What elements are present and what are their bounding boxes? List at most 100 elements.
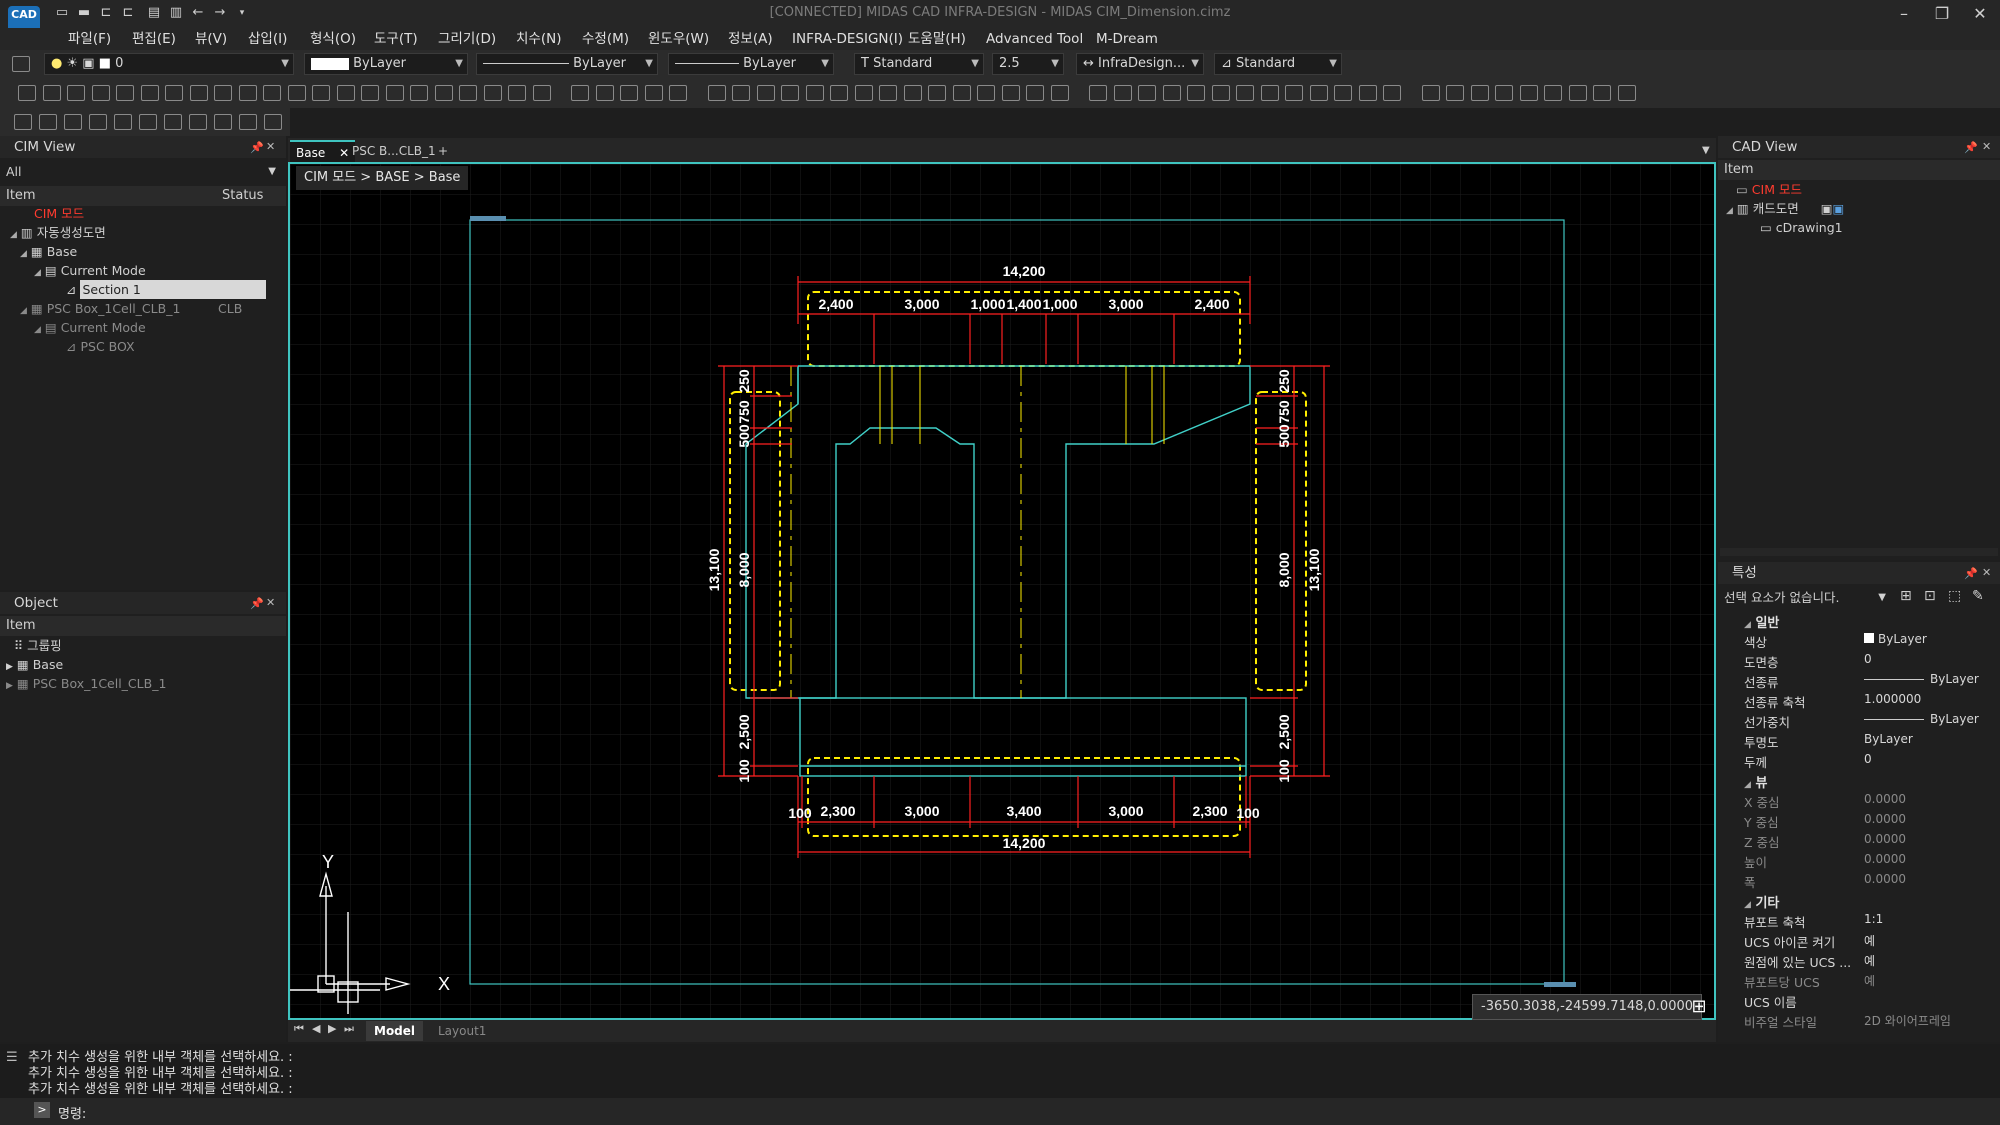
- menu-file[interactable]: 파일(F): [68, 28, 111, 50]
- tool-icon[interactable]: [805, 85, 824, 101]
- tool-icon[interactable]: [830, 85, 848, 101]
- toggle-pickadd-icon[interactable]: ⊞: [1900, 588, 1912, 604]
- tool-icon[interactable]: [928, 85, 946, 101]
- tool-icon[interactable]: [1383, 85, 1401, 101]
- menu-format[interactable]: 형식(O): [310, 28, 356, 50]
- tool-icon[interactable]: [91, 85, 110, 101]
- draw-tool-icon[interactable]: [14, 114, 32, 130]
- tool-icon[interactable]: [707, 85, 726, 101]
- menu-draw[interactable]: 그리기(D): [438, 28, 496, 50]
- tool-icon[interactable]: [1421, 85, 1440, 101]
- tab-psc-box[interactable]: PSC B...CLB_1: [346, 140, 442, 162]
- tool-icon[interactable]: [18, 85, 36, 101]
- menu-m-dream[interactable]: M-Dream: [1096, 28, 1158, 50]
- drawing-canvas[interactable]: 14,200 2,400 3,000 1,000 1,400 1,000 3,0…: [290, 164, 1714, 1018]
- close-icon[interactable]: ✕: [1964, 2, 1996, 26]
- menu-edit[interactable]: 편집(E): [132, 28, 176, 50]
- prop-value-viewport-scale[interactable]: 1:1: [1864, 912, 1883, 926]
- tool-icon[interactable]: [263, 85, 281, 101]
- draw-tool-icon[interactable]: [189, 114, 207, 130]
- tool-icon[interactable]: [508, 85, 526, 101]
- menu-infra-design[interactable]: INFRA-DESIGN(I): [792, 28, 903, 50]
- color-dropdown[interactable]: ByLayer ▼: [304, 53, 468, 75]
- close-icon[interactable]: ✕: [266, 140, 275, 153]
- prop-value-color[interactable]: ByLayer: [1864, 632, 1927, 646]
- section-general[interactable]: ◢ 일반: [1744, 612, 1779, 631]
- tool-icon[interactable]: [879, 85, 897, 101]
- cim-filter-dropdown[interactable]: All ▼: [6, 162, 280, 182]
- tool-icon[interactable]: [1495, 85, 1513, 101]
- tool-icon[interactable]: [1544, 85, 1562, 101]
- draw-tool-icon[interactable]: [114, 114, 132, 130]
- tool-icon[interactable]: [214, 85, 232, 101]
- section-view[interactable]: ◢ 뷰: [1744, 772, 1767, 791]
- horizontal-scrollbar[interactable]: [1720, 548, 1998, 556]
- tool-icon[interactable]: [1162, 85, 1181, 101]
- tool-icon[interactable]: [287, 85, 306, 101]
- draw-tool-icon[interactable]: [239, 114, 257, 130]
- prop-value-ucs-icon-on[interactable]: 예: [1864, 932, 1875, 949]
- tool-icon[interactable]: [1358, 85, 1377, 101]
- tool-icon[interactable]: [903, 85, 922, 101]
- next-layout-icon[interactable]: ▶: [328, 1022, 336, 1035]
- tool-icon[interactable]: [1470, 85, 1489, 101]
- menu-window[interactable]: 윈도우(W): [648, 28, 709, 50]
- tool-icon[interactable]: [620, 85, 638, 101]
- prop-value-layer[interactable]: 0: [1864, 652, 1872, 666]
- tab-model[interactable]: Model: [366, 1021, 424, 1041]
- draw-tool-icon[interactable]: [139, 114, 157, 130]
- layer-manager-icon[interactable]: [12, 56, 30, 72]
- settings-icon[interactable]: ✎: [1972, 588, 1984, 604]
- command-line[interactable]: > 명령:: [0, 1098, 2000, 1125]
- tabs-dropdown-icon[interactable]: ▼: [1696, 140, 1716, 162]
- tool-icon[interactable]: [434, 85, 453, 101]
- restore-icon[interactable]: ❐: [1926, 2, 1958, 26]
- selection-dropdown[interactable]: 선택 요소가 없습니다. ▼: [1724, 588, 1886, 608]
- tool-icon[interactable]: [1138, 85, 1156, 101]
- menu-modify[interactable]: 수정(M): [582, 28, 629, 50]
- close-icon[interactable]: ✕: [1982, 566, 1991, 579]
- draw-tool-icon[interactable]: [164, 114, 182, 130]
- add-tab-button[interactable]: +: [432, 140, 454, 162]
- tool-icon[interactable]: [336, 85, 355, 101]
- tree-item-cim-mode[interactable]: CIM 모드: [34, 204, 84, 223]
- tool-icon[interactable]: [189, 85, 208, 101]
- tool-icon[interactable]: [669, 85, 687, 101]
- tool-icon[interactable]: [1026, 85, 1044, 101]
- tool-icon[interactable]: [1089, 85, 1107, 101]
- close-icon[interactable]: ✕: [266, 596, 275, 609]
- section-misc[interactable]: ◢ 기타: [1744, 892, 1779, 911]
- tool-icon[interactable]: [140, 85, 159, 101]
- menu-advanced-tool[interactable]: Advanced Tool: [986, 28, 1083, 50]
- tool-icon[interactable]: [1260, 85, 1279, 101]
- minimize-icon[interactable]: –: [1888, 2, 1920, 26]
- tool-icon[interactable]: [385, 85, 404, 101]
- menu-info[interactable]: 정보(A): [728, 28, 773, 50]
- tool-icon[interactable]: [116, 85, 134, 101]
- pin-icon[interactable]: 📌: [250, 141, 264, 154]
- tool-icon[interactable]: [1568, 85, 1587, 101]
- tool-icon[interactable]: [571, 85, 589, 101]
- draw-tool-icon[interactable]: [264, 114, 282, 130]
- pin-icon[interactable]: 📌: [1964, 141, 1978, 154]
- menu-dimension[interactable]: 치수(N): [516, 28, 561, 50]
- tool-icon[interactable]: [459, 85, 477, 101]
- tool-icon[interactable]: [361, 85, 379, 101]
- tool-icon[interactable]: [312, 85, 330, 101]
- menu-view[interactable]: 뷰(V): [195, 28, 227, 50]
- dimstyle-dropdown[interactable]: ↔ InfraDesign... ▼: [1076, 53, 1204, 75]
- prop-value-transparency[interactable]: ByLayer: [1864, 732, 1913, 746]
- prop-value-lineweight[interactable]: ByLayer: [1864, 712, 1979, 726]
- tool-icon[interactable]: [238, 85, 257, 101]
- first-layout-icon[interactable]: ⏮: [294, 1022, 304, 1036]
- tool-icon[interactable]: [483, 85, 502, 101]
- tool-icon[interactable]: [1285, 85, 1303, 101]
- tool-icon[interactable]: [644, 85, 663, 101]
- tool-icon[interactable]: [1187, 85, 1205, 101]
- last-layout-icon[interactable]: ⏭: [344, 1022, 354, 1036]
- tool-icon[interactable]: [532, 85, 551, 101]
- tool-icon[interactable]: [756, 85, 775, 101]
- tool-icon[interactable]: [1113, 85, 1132, 101]
- tool-icon[interactable]: [595, 85, 614, 101]
- tool-icon[interactable]: [165, 85, 183, 101]
